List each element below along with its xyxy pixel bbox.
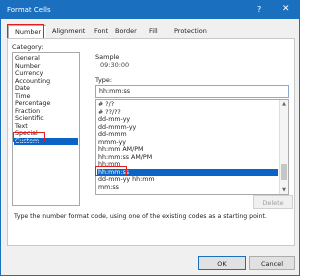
tab-alignment-label: Alignment	[52, 27, 86, 35]
list-item[interactable]: Date	[15, 85, 30, 93]
tab-border-label: Border	[115, 27, 137, 35]
category-list[interactable]: General Number Currency Accounting Date …	[12, 52, 80, 206]
list-item[interactable]: Accounting	[15, 78, 50, 86]
tab-fill-label: Fill	[149, 27, 158, 35]
ok-button[interactable]: OK	[198, 256, 246, 270]
tab-fill[interactable]: Fill	[143, 25, 164, 38]
cancel-button[interactable]: Cancel	[249, 256, 295, 270]
hint-text: Type the number format code, using one o…	[14, 213, 267, 220]
sample-label: Sample	[95, 53, 120, 61]
list-item[interactable]: dd-mmm	[98, 131, 127, 139]
title-bar: Format Cells ? ✕	[1, 1, 299, 19]
list-item[interactable]: dd-mm-yy hh:mm	[98, 176, 155, 184]
tab-alignment[interactable]: Alignment	[46, 25, 92, 38]
type-input-value: hh:mm:ss	[99, 88, 131, 95]
list-item[interactable]: Text	[15, 123, 28, 131]
list-item[interactable]: # ?/?	[98, 101, 114, 109]
list-item[interactable]: Fraction	[15, 108, 40, 116]
category-label: Category:	[12, 43, 44, 51]
list-item[interactable]: Currency	[15, 70, 43, 78]
close-icon[interactable]: ✕	[282, 4, 290, 14]
list-item[interactable]: Time	[15, 93, 30, 101]
dialog-title: Format Cells	[7, 6, 51, 14]
tab-protection-label: Protection	[174, 27, 207, 35]
list-item[interactable]: mmm-yy	[98, 139, 126, 147]
custom-category-highlight	[13, 132, 45, 142]
scroll-up-icon[interactable]: ▲	[281, 101, 287, 107]
format-list-scrollbar[interactable]: ▲ ▼	[279, 100, 288, 194]
list-item[interactable]: hh:mm AM/PM	[98, 146, 143, 154]
list-item[interactable]: dd-mmm-yy	[98, 124, 136, 132]
format-code-list[interactable]: # ?/? # ??/?? dd-mm-yy dd-mmm-yy dd-mmm …	[95, 99, 289, 195]
format-cells-dialog: Format Cells ? ✕ Number Alignment Font B…	[0, 0, 300, 276]
tab-font-label: Font	[94, 27, 109, 35]
scroll-thumb[interactable]	[281, 164, 287, 180]
list-item[interactable]: Scientific	[15, 115, 44, 123]
list-item[interactable]: # ??/??	[98, 109, 121, 117]
list-item[interactable]: mm:ss	[98, 184, 119, 192]
number-tab-highlight	[7, 24, 44, 39]
list-item[interactable]: Percentage	[15, 100, 50, 108]
list-item[interactable]: hh:mm:ss AM/PM	[98, 154, 152, 162]
delete-button[interactable]: Delete	[253, 195, 293, 209]
tab-panel: Category: General Number Currency Accoun…	[7, 38, 295, 246]
list-item[interactable]: dd-mm-yy	[98, 116, 130, 124]
list-item[interactable]: General	[15, 55, 40, 63]
scroll-down-icon[interactable]: ▼	[281, 187, 287, 193]
tab-protection[interactable]: Protection	[168, 25, 213, 38]
tab-border[interactable]: Border	[109, 25, 143, 38]
sample-value: 09:30:00	[100, 61, 130, 69]
list-item[interactable]: Number	[15, 63, 40, 71]
selected-format-highlight	[95, 166, 127, 176]
help-icon[interactable]: ?	[257, 5, 261, 14]
type-label: Type:	[95, 76, 113, 84]
type-input[interactable]: hh:mm:ss	[95, 85, 289, 98]
